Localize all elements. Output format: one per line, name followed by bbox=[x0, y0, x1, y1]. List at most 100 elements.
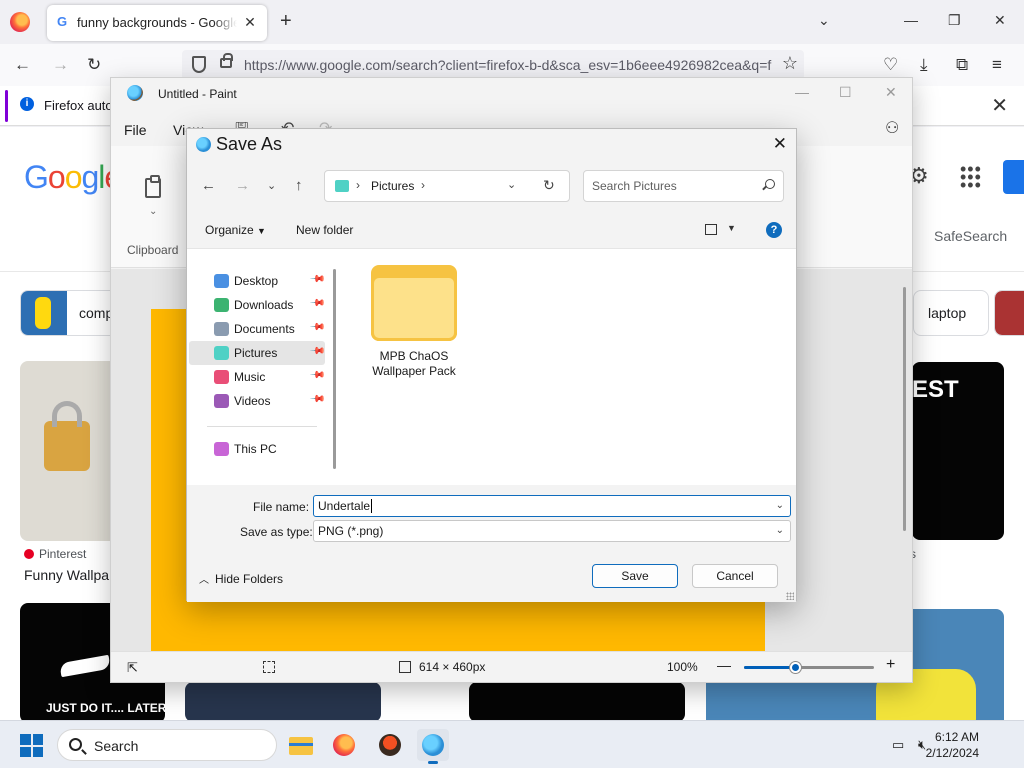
pin-icon[interactable]: 📌 bbox=[309, 319, 326, 336]
url-bar[interactable]: https://www.google.com/search?client=fir… bbox=[182, 50, 804, 80]
canvas-scrollbar[interactable] bbox=[903, 287, 906, 531]
tab-title: funny backgrounds - Google Search bbox=[77, 15, 237, 30]
image-result[interactable] bbox=[185, 682, 381, 722]
nav-scrollbar[interactable] bbox=[333, 269, 336, 469]
refresh-icon[interactable]: ↻ bbox=[543, 177, 555, 194]
search-input[interactable] bbox=[583, 170, 784, 202]
back-icon[interactable]: ← bbox=[14, 55, 31, 75]
paint-icon[interactable] bbox=[417, 729, 449, 764]
google-logo[interactable]: Google bbox=[24, 159, 122, 196]
breadcrumb-pictures[interactable]: Pictures bbox=[371, 179, 414, 193]
address-dropdown-icon[interactable]: ⌄ bbox=[507, 178, 516, 191]
file-menu[interactable]: File bbox=[124, 122, 147, 138]
notice-close-icon[interactable]: ✕ bbox=[991, 93, 1008, 118]
menu-icon[interactable]: ≡ bbox=[992, 55, 1002, 75]
sign-in-button[interactable] bbox=[1003, 160, 1024, 194]
dialog-titlebar[interactable]: Save As ✕ bbox=[187, 129, 796, 161]
firefox-logo-icon[interactable] bbox=[10, 12, 30, 32]
save-type-dropdown-icon[interactable]: ⌄ bbox=[776, 521, 784, 541]
new-folder-button[interactable]: New folder bbox=[296, 223, 353, 237]
zoom-in-button[interactable]: + bbox=[886, 656, 895, 674]
help-icon[interactable]: ? bbox=[766, 222, 782, 238]
file-name-field[interactable]: Undertale ⌄ bbox=[313, 495, 791, 517]
breadcrumb-separator-icon[interactable]: › bbox=[356, 178, 360, 192]
breadcrumb-separator-icon[interactable]: › bbox=[421, 178, 425, 192]
pin-icon[interactable]: 📌 bbox=[309, 367, 326, 384]
view-options-icon[interactable] bbox=[705, 224, 717, 235]
folder-icon-front bbox=[371, 275, 457, 341]
star-icon[interactable]: ☆ bbox=[782, 53, 798, 74]
file-name-dropdown-icon[interactable]: ⌄ bbox=[776, 496, 784, 516]
image-result[interactable] bbox=[20, 361, 120, 541]
image-result[interactable]: EST bbox=[912, 362, 1004, 540]
up-icon[interactable]: ↑ bbox=[295, 177, 303, 194]
app-icon[interactable] bbox=[374, 729, 406, 761]
search-icon[interactable] bbox=[765, 179, 775, 189]
close-window-icon[interactable]: ✕ bbox=[994, 12, 1006, 29]
account-icon[interactable]: ⚇ bbox=[885, 118, 899, 138]
zoom-slider[interactable] bbox=[744, 662, 874, 673]
nav-item-downloads[interactable]: Downloads 📌 bbox=[189, 293, 326, 317]
shield-icon[interactable] bbox=[192, 56, 206, 73]
safesearch-link[interactable]: SafeSearch bbox=[934, 228, 1007, 244]
reload-icon[interactable]: ↻ bbox=[87, 55, 101, 75]
lock-icon[interactable] bbox=[220, 53, 233, 68]
related-chip[interactable]: laptop bbox=[913, 290, 989, 336]
browser-tab[interactable]: G funny backgrounds - Google Search ✕ bbox=[47, 5, 267, 41]
back-icon[interactable]: ← bbox=[201, 177, 216, 194]
minimize-icon[interactable]: — bbox=[904, 12, 918, 28]
nav-item-label: Music bbox=[234, 370, 266, 384]
firefox-icon[interactable] bbox=[328, 729, 360, 761]
nav-item-this-pc[interactable]: This PC bbox=[189, 437, 325, 461]
tab-close-icon[interactable]: ✕ bbox=[241, 13, 259, 31]
nav-item-music[interactable]: Music 📌 bbox=[189, 365, 326, 389]
download-icon[interactable]: ⤓ bbox=[920, 55, 928, 75]
dialog-close-icon[interactable]: ✕ bbox=[773, 134, 787, 154]
paint-titlebar[interactable]: Untitled - Paint — ☐ ✕ bbox=[111, 78, 912, 110]
recent-chevron-icon[interactable]: ⌄ bbox=[267, 179, 276, 192]
nav-item-videos[interactable]: Videos 📌 bbox=[189, 389, 326, 413]
hide-folders-button[interactable]: ︿ Hide Folders bbox=[199, 571, 283, 586]
paint-minimize-icon[interactable]: — bbox=[795, 84, 809, 100]
result-caption[interactable]: Funny Wallpa bbox=[24, 567, 110, 583]
folder-item[interactable]: MPB ChaOS Wallpaper Pack bbox=[353, 257, 475, 387]
file-explorer-icon[interactable] bbox=[285, 729, 317, 761]
clipboard-chevron-icon[interactable]: ⌄ bbox=[149, 206, 157, 217]
forward-icon[interactable]: → bbox=[235, 177, 250, 194]
google-apps-icon[interactable]: • • • • • • • • • bbox=[960, 160, 981, 194]
pin-icon[interactable]: 📌 bbox=[309, 295, 326, 312]
related-chip[interactable] bbox=[994, 290, 1024, 336]
nav-item-pictures[interactable]: Pictures 📌 bbox=[189, 341, 326, 365]
clock[interactable]: 6:12 AM 2/12/2024 bbox=[926, 729, 979, 761]
start-button[interactable] bbox=[20, 734, 43, 757]
paint-close-icon[interactable]: ✕ bbox=[885, 84, 897, 101]
taskbar-search[interactable]: Search bbox=[57, 729, 277, 761]
list-tabs-chevron-icon[interactable]: ⌄ bbox=[818, 12, 830, 29]
pocket-icon[interactable]: ♡ bbox=[883, 55, 898, 75]
save-button[interactable]: Save bbox=[592, 564, 678, 588]
address-bar[interactable]: › Pictures › ⌄ ↻ bbox=[324, 170, 570, 202]
paint-maximize-icon[interactable]: ☐ bbox=[839, 84, 852, 101]
pin-icon[interactable]: 📌 bbox=[309, 391, 326, 408]
zoom-slider-thumb[interactable] bbox=[790, 662, 801, 673]
save-type-select[interactable]: PNG (*.png) ⌄ bbox=[313, 520, 791, 542]
forward-icon[interactable]: → bbox=[52, 55, 69, 75]
extensions-icon[interactable]: ⧉ bbox=[956, 55, 968, 75]
view-dropdown-icon[interactable]: ▼ bbox=[727, 223, 736, 233]
result-source[interactable]: Pinterest bbox=[24, 547, 86, 561]
nav-item-documents[interactable]: Documents 📌 bbox=[189, 317, 326, 341]
file-name-value[interactable]: Undertale bbox=[318, 499, 370, 513]
cancel-button[interactable]: Cancel bbox=[692, 564, 778, 588]
clipboard-icon[interactable] bbox=[145, 175, 161, 198]
pin-icon[interactable]: 📌 bbox=[309, 271, 326, 288]
resize-grip-icon[interactable] bbox=[786, 592, 794, 600]
restore-icon[interactable]: ❐ bbox=[948, 12, 961, 29]
nav-item-desktop[interactable]: Desktop 📌 bbox=[189, 269, 326, 293]
url-text[interactable]: https://www.google.com/search?client=fir… bbox=[244, 57, 774, 73]
pin-icon[interactable]: 📌 bbox=[309, 343, 326, 360]
zoom-out-button[interactable]: — bbox=[717, 657, 731, 673]
new-tab-button[interactable]: + bbox=[280, 11, 292, 31]
display-icon[interactable]: ▭ bbox=[892, 737, 904, 753]
organize-button[interactable]: Organize ▼ bbox=[205, 223, 266, 237]
image-result[interactable] bbox=[469, 682, 685, 722]
